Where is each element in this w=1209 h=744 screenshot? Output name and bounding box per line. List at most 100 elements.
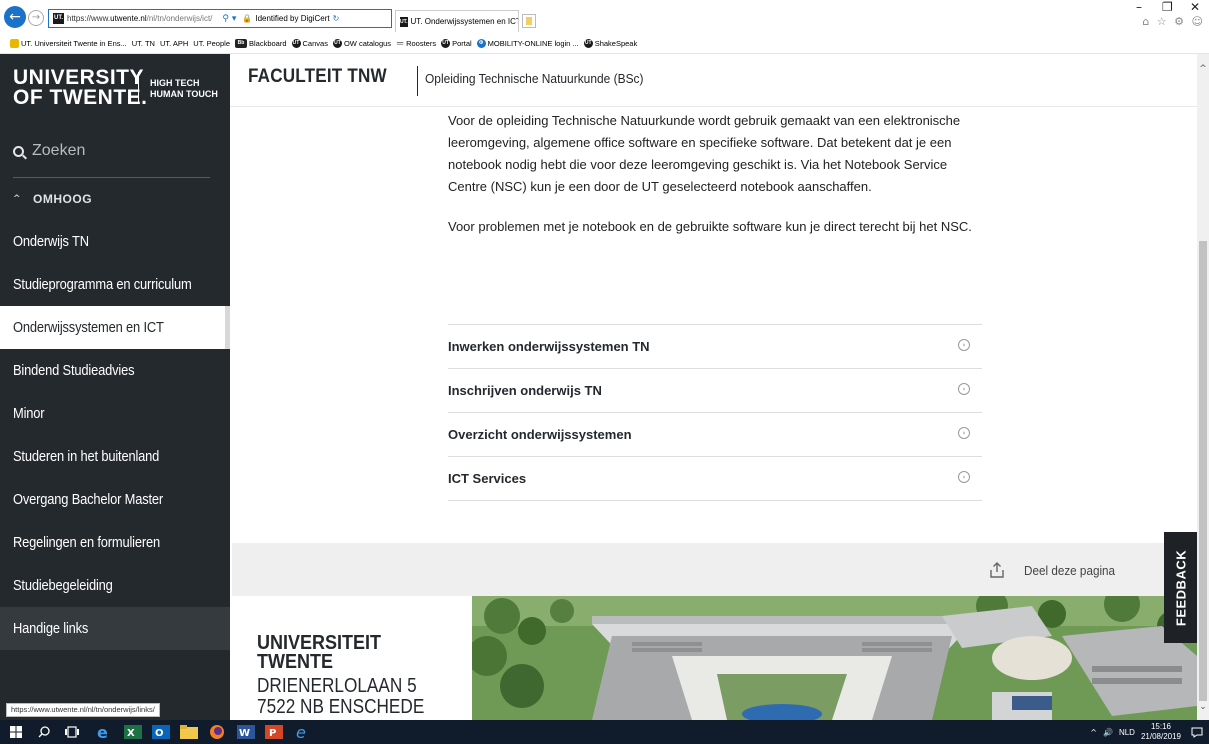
svg-text:P: P [269, 728, 276, 739]
internet-explorer-icon[interactable]: e [294, 724, 312, 740]
bookmark-item[interactable]: UT. APH [160, 39, 188, 48]
bookmark-label: Canvas [302, 38, 328, 48]
sidebar-item[interactable]: Handige links [0, 607, 230, 650]
svg-text:e: e [97, 724, 108, 740]
bookmark-round-icon: UT [441, 38, 451, 48]
bookmark-round-icon: UT [291, 38, 301, 48]
sidebar-item-label: Onderwijs TN [13, 233, 89, 250]
sidebar-item[interactable]: Studieprogramma en curriculum [0, 263, 230, 306]
url-host: utwente.nl [110, 14, 147, 23]
search-icon [13, 145, 24, 157]
chevron-right-icon: › [958, 383, 970, 395]
bookmark-item[interactable]: UT. TN [132, 39, 155, 48]
clock-time: 15:16 [1150, 722, 1171, 731]
chevron-right-icon: › [958, 427, 970, 439]
bookmark-item[interactable]: UT OW catalogus [332, 38, 392, 48]
up-link[interactable]: ^ OMHOOG [13, 192, 92, 206]
browser-tools-icons[interactable]: ⌂ ☆ ⚙ ☺ [1142, 15, 1205, 28]
sidebar-item[interactable]: Onderwijs TN [0, 220, 230, 263]
scroll-down-icon[interactable]: ⌄ [1197, 702, 1209, 712]
support-paragraph: Voor problemen met je notebook en de geb… [448, 219, 972, 234]
bookmark-item[interactable]: UT. People [193, 39, 230, 48]
tray-chevron-icon[interactable]: ^ [1090, 728, 1097, 737]
feedback-button[interactable]: FEEDBACK [1164, 532, 1197, 643]
bookmark-item[interactable]: UT ShakeSpeak [583, 38, 637, 48]
browser-tab[interactable]: UT. UT. Onderwijssystemen en ICT |... × [395, 10, 519, 32]
scroll-thumb[interactable] [1199, 241, 1207, 701]
sidebar-item[interactable]: Bindend Studieadvies [0, 349, 230, 392]
bookmark-label: Portal [452, 38, 472, 48]
link-label: Overzicht onderwijssystemen [448, 427, 632, 442]
bookmark-label: UT. TN [131, 38, 155, 48]
page-scrollbar[interactable]: ^ ⌄ [1197, 54, 1209, 720]
new-tab-button[interactable] [522, 14, 536, 28]
chevron-right-icon: › [958, 471, 970, 483]
powerpoint-icon[interactable]: P [265, 724, 283, 740]
search-label: Zoeken [32, 142, 86, 159]
sidebar-item[interactable]: Regelingen en formulieren [0, 521, 230, 564]
link-list: Inwerken onderwijssystemen TN › Inschrijve… [448, 324, 982, 501]
identity-label[interactable]: Identified by DigiCert [255, 14, 329, 23]
minimize-button[interactable]: – [1136, 0, 1142, 14]
page-header: FACULTEIT TNW Opleiding Technische Natuu… [230, 54, 1209, 107]
bookmark-item[interactable]: ═ Roosters [396, 38, 437, 48]
sidebar-item[interactable]: Onderwijssystemen en ICT [0, 306, 230, 349]
link-label: Inschrijven onderwijs TN [448, 383, 602, 398]
volume-icon[interactable]: 🔊 [1103, 728, 1113, 737]
back-button[interactable]: ← [4, 6, 26, 28]
forward-button[interactable]: → [28, 10, 44, 26]
bookmark-item[interactable]: UT Portal [441, 38, 472, 48]
word-icon[interactable]: W [237, 724, 255, 740]
lock-icon[interactable]: 🔒 [242, 14, 252, 23]
bookmark-blue-icon: Φ [476, 38, 486, 48]
bookmark-label: OW catalogus [343, 38, 392, 48]
sidebar-item[interactable]: Overgang Bachelor Master [0, 478, 230, 521]
bookmark-label: UT. People [193, 38, 230, 48]
faculty-title[interactable]: FACULTEIT TNW [248, 66, 402, 88]
logo-line-1: UNIVERSITY [13, 66, 145, 89]
bookmark-item[interactable]: UT. Universiteit Twente in Ens... [10, 38, 127, 48]
outlook-icon[interactable]: O [152, 724, 170, 740]
link-row[interactable]: Overzicht onderwijssystemen › [448, 413, 982, 457]
bookmark-item[interactable]: Bb Blackboard [234, 38, 287, 48]
sidebar-item[interactable]: Studiebegeleiding [0, 564, 230, 607]
campus-aerial-image [472, 596, 1197, 720]
programme-subtitle[interactable]: Opleiding Technische Natuurkunde (BSc) [425, 71, 663, 86]
refresh-icon[interactable]: ↻ [333, 14, 340, 23]
excel-icon[interactable]: X [124, 724, 142, 740]
language-indicator[interactable]: NLD [1119, 728, 1135, 737]
link-row[interactable]: ICT Services › [448, 457, 982, 501]
firefox-icon[interactable] [208, 724, 226, 740]
windows-start-icon[interactable] [10, 726, 22, 738]
university-logo[interactable]: UNIVERSITY OF TWENTE. HIGH TECH HUMAN TO… [13, 66, 223, 118]
bookmark-label: Roosters [406, 38, 437, 48]
link-row[interactable]: Inschrijven onderwijs TN › [448, 369, 982, 413]
bookmark-item[interactable]: Φ MOBILITY-ONLINE login ... [476, 38, 579, 48]
task-view-icon[interactable] [65, 726, 79, 738]
sidebar-item[interactable]: Minor [0, 392, 230, 435]
share-icon[interactable] [990, 562, 1004, 578]
site-favicon-icon: UT. [53, 13, 64, 24]
close-window-button[interactable]: ✕ [1190, 0, 1200, 14]
file-explorer-icon[interactable] [180, 724, 198, 740]
bookmark-round-icon: UT [583, 38, 593, 48]
address-bar[interactable]: UT. https://www. utwente.nl/nl/tn/onderwi… [48, 9, 392, 28]
search-dropdown-icon[interactable]: ⚲ ▾ [222, 14, 236, 24]
clock[interactable]: 15:16 21/08/2019 [1141, 722, 1181, 742]
logo-tag-1: HIGH TECH [150, 78, 200, 88]
sidebar-item-label: Bindend Studieadvies [13, 362, 135, 379]
bookmark-item[interactable]: UT Canvas [291, 38, 328, 48]
edge-icon[interactable]: e [95, 724, 113, 740]
sidebar-item[interactable]: Studeren in het buitenland [0, 435, 230, 478]
link-row[interactable]: Inwerken onderwijssystemen TN › [448, 325, 982, 369]
scroll-up-icon[interactable]: ^ [1197, 64, 1209, 74]
bookmark-label: MOBILITY-ONLINE login ... [487, 38, 579, 48]
share-page-link[interactable]: Deel deze pagina [1024, 563, 1125, 578]
browser-titlebar: ← → UT. https://www. utwente.nl/nl/tn/ond… [0, 0, 1209, 33]
logo-tagline: HIGH TECH HUMAN TOUCH [150, 78, 218, 100]
restore-button[interactable]: ❐ [1162, 0, 1173, 14]
bookmark-round-icon: UT [332, 38, 342, 48]
sidebar-search[interactable]: Zoeken [13, 142, 85, 160]
taskbar-search-icon[interactable] [38, 726, 50, 738]
notification-icon[interactable] [1191, 727, 1203, 738]
